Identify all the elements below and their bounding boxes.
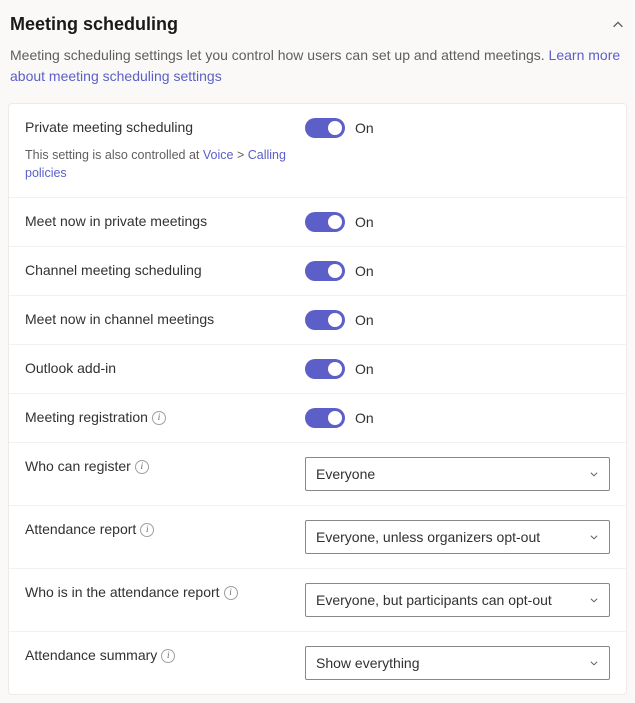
select-who-can-register[interactable]: Everyone <box>305 457 610 491</box>
toggle-state: On <box>355 214 374 230</box>
toggle-meeting-registration[interactable] <box>305 408 345 428</box>
select-attendance-report[interactable]: Everyone, unless organizers opt-out <box>305 520 610 554</box>
info-icon[interactable]: i <box>135 460 149 474</box>
toggle-state: On <box>355 312 374 328</box>
label-meet-now-private: Meet now in private meetings <box>25 212 305 232</box>
label-attendance-report: Attendance report i <box>25 520 305 540</box>
section-header[interactable]: Meeting scheduling <box>0 0 635 45</box>
label-private-meeting-scheduling: Private meeting scheduling This setting … <box>25 118 305 183</box>
row-attendance-summary: Attendance summary i Show everything <box>9 632 626 694</box>
label-meet-now-channel: Meet now in channel meetings <box>25 310 305 330</box>
subtext-private-meeting: This setting is also controlled at Voice… <box>25 146 289 184</box>
row-outlook-addin: Outlook add-in On <box>9 345 626 394</box>
label-who-can-register: Who can register i <box>25 457 305 477</box>
row-channel-meeting-scheduling: Channel meeting scheduling On <box>9 247 626 296</box>
chevron-down-icon <box>589 658 599 668</box>
chevron-up-icon <box>611 18 625 32</box>
label-outlook-addin: Outlook add-in <box>25 359 305 379</box>
chevron-down-icon <box>589 595 599 605</box>
chevron-down-icon <box>589 532 599 542</box>
toggle-state: On <box>355 263 374 279</box>
toggle-state: On <box>355 120 374 136</box>
toggle-private-meeting-scheduling[interactable] <box>305 118 345 138</box>
row-attendance-report: Attendance report i Everyone, unless org… <box>9 506 626 569</box>
info-icon[interactable]: i <box>140 523 154 537</box>
row-meet-now-channel: Meet now in channel meetings On <box>9 296 626 345</box>
row-who-can-register: Who can register i Everyone <box>9 443 626 506</box>
row-who-in-attendance-report: Who is in the attendance report i Everyo… <box>9 569 626 632</box>
row-meeting-registration: Meeting registration i On <box>9 394 626 443</box>
chevron-down-icon <box>589 469 599 479</box>
toggle-meet-now-private[interactable] <box>305 212 345 232</box>
info-icon[interactable]: i <box>224 586 238 600</box>
section-title: Meeting scheduling <box>10 14 178 35</box>
toggle-meet-now-channel[interactable] <box>305 310 345 330</box>
toggle-state: On <box>355 361 374 377</box>
settings-panel: Private meeting scheduling This setting … <box>8 103 627 695</box>
label-channel-meeting-scheduling: Channel meeting scheduling <box>25 261 305 281</box>
select-attendance-summary[interactable]: Show everything <box>305 646 610 680</box>
toggle-outlook-addin[interactable] <box>305 359 345 379</box>
toggle-state: On <box>355 410 374 426</box>
info-icon[interactable]: i <box>161 649 175 663</box>
toggle-channel-meeting-scheduling[interactable] <box>305 261 345 281</box>
label-who-in-attendance-report: Who is in the attendance report i <box>25 583 305 603</box>
row-private-meeting-scheduling: Private meeting scheduling This setting … <box>9 104 626 198</box>
info-icon[interactable]: i <box>152 411 166 425</box>
label-attendance-summary: Attendance summary i <box>25 646 305 666</box>
label-meeting-registration: Meeting registration i <box>25 408 305 428</box>
select-who-in-attendance-report[interactable]: Everyone, but participants can opt-out <box>305 583 610 617</box>
row-meet-now-private: Meet now in private meetings On <box>9 198 626 247</box>
voice-link[interactable]: Voice <box>203 148 234 162</box>
section-description: Meeting scheduling settings let you cont… <box>0 45 635 103</box>
